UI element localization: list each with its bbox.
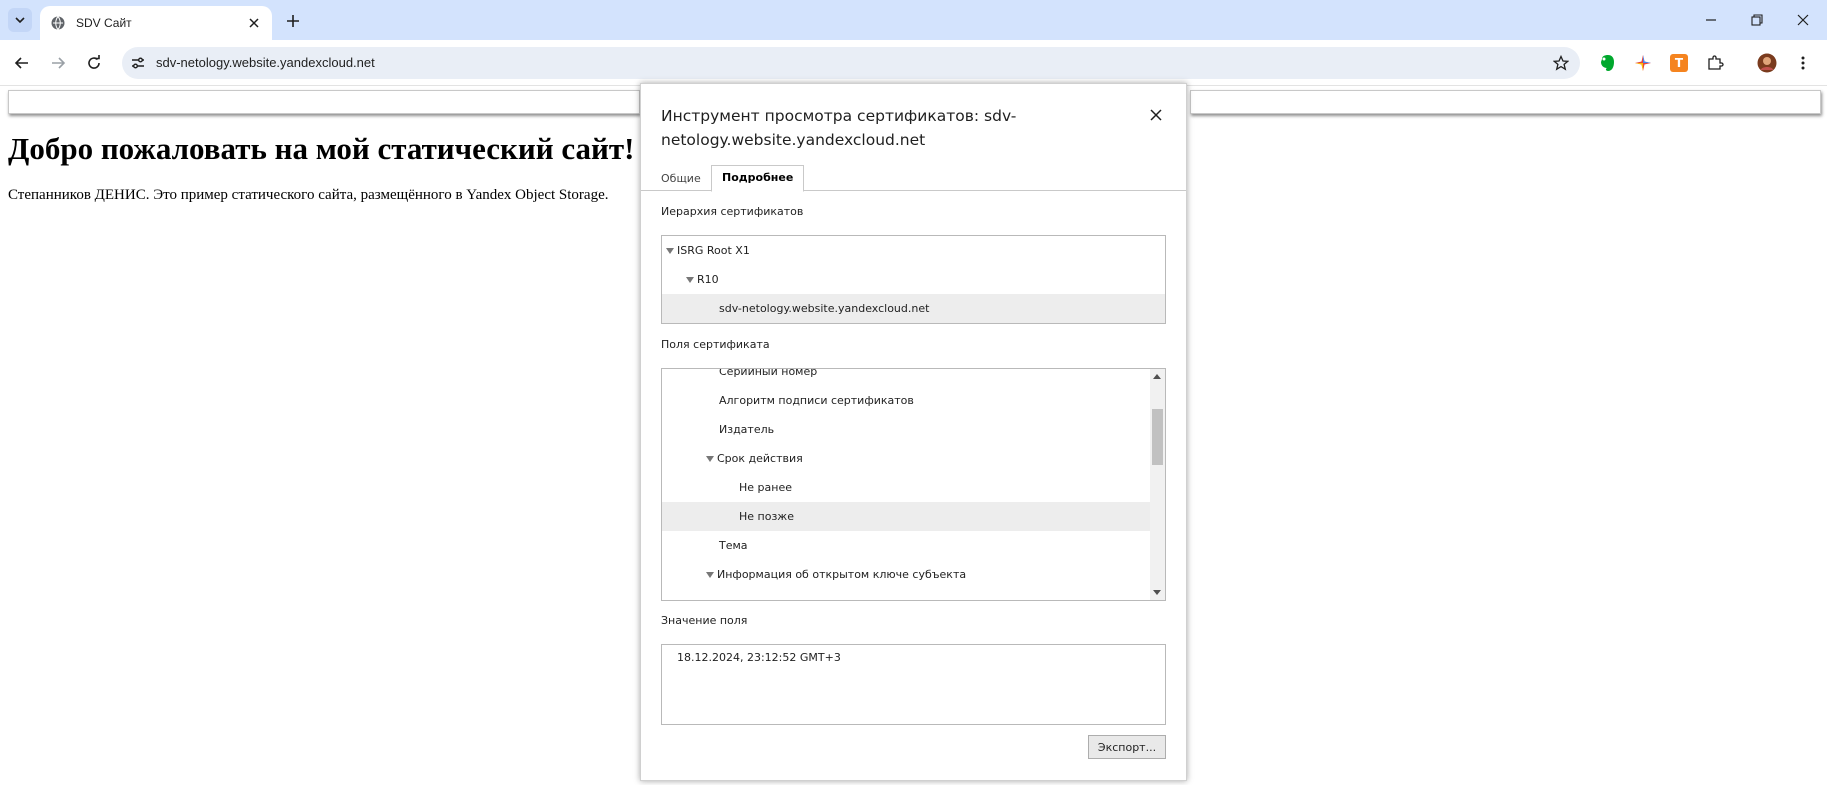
- close-icon: [1150, 109, 1162, 121]
- field-subject[interactable]: Тема: [662, 531, 1150, 560]
- back-button[interactable]: [10, 51, 34, 75]
- field-issuer[interactable]: Издатель: [662, 415, 1150, 444]
- browser-tab[interactable]: SDV Сайт: [40, 6, 272, 40]
- sparkle-extension-icon[interactable]: [1632, 52, 1654, 74]
- tree-item-label: sdv-netology.website.yandexcloud.net: [719, 302, 930, 315]
- field-not-after[interactable]: Не позже: [662, 502, 1150, 531]
- field-label: Не ранее: [739, 481, 792, 494]
- tree-item-isrg-root[interactable]: ISRG Root X1: [662, 236, 1165, 265]
- plus-icon: [287, 15, 299, 27]
- field-label: Не позже: [739, 510, 794, 523]
- restore-icon: [1751, 14, 1763, 26]
- value-label: Значение поля: [661, 614, 748, 627]
- dialog-close-button[interactable]: [1145, 104, 1167, 126]
- reload-button[interactable]: [82, 51, 106, 75]
- scroll-down-arrow-icon[interactable]: [1153, 590, 1161, 595]
- field-label: Срок действия: [717, 452, 803, 465]
- extensions-puzzle-icon[interactable]: [1704, 52, 1726, 74]
- avatar[interactable]: [1756, 52, 1778, 74]
- expand-triangle-icon[interactable]: [706, 455, 714, 462]
- browser-toolbar: sdv-netology.website.yandexcloud.net T: [0, 40, 1827, 86]
- arrow-right-icon: [52, 57, 66, 69]
- browser-menu-button[interactable]: [1792, 52, 1814, 74]
- tab-general[interactable]: Общие: [651, 167, 711, 191]
- minimize-button[interactable]: [1699, 8, 1723, 32]
- field-label: Алгоритм подписи сертификатов: [719, 394, 914, 407]
- reload-icon: [88, 55, 100, 69]
- field-label: Тема: [719, 539, 748, 552]
- expand-triangle-icon[interactable]: [706, 571, 714, 578]
- address-bar[interactable]: sdv-netology.website.yandexcloud.net: [122, 47, 1580, 79]
- evernote-extension-icon[interactable]: [1596, 52, 1618, 74]
- dialog-tabs: Общие Подробнее: [641, 165, 1186, 192]
- page-heading: Добро пожаловать на мой статический сайт…: [8, 131, 635, 166]
- globe-icon: [50, 15, 66, 31]
- tree-item-r10[interactable]: R10: [662, 265, 1165, 294]
- certificate-fields-list[interactable]: Серийный номер Алгоритм подписи сертифик…: [661, 368, 1166, 601]
- kebab-menu-icon: [1801, 56, 1805, 70]
- url-text[interactable]: sdv-netology.website.yandexcloud.net: [156, 55, 375, 70]
- fields-scrollbar[interactable]: [1150, 369, 1165, 600]
- site-info-icon[interactable]: [130, 55, 146, 71]
- page-top-bar-left: [8, 90, 640, 114]
- minimize-icon: [1706, 19, 1716, 21]
- field-signature-algorithm[interactable]: Алгоритм подписи сертификатов: [662, 386, 1150, 415]
- close-window-button[interactable]: [1791, 8, 1815, 32]
- tree-item-site-certificate[interactable]: sdv-netology.website.yandexcloud.net: [662, 294, 1165, 323]
- hierarchy-label: Иерархия сертификатов: [661, 205, 804, 218]
- field-not-before[interactable]: Не ранее: [662, 473, 1150, 502]
- orange-t-extension-icon[interactable]: T: [1668, 52, 1690, 74]
- tree-item-label: ISRG Root X1: [677, 244, 750, 257]
- new-tab-button[interactable]: [282, 10, 304, 32]
- tab-search-button[interactable]: [8, 8, 32, 32]
- extension-badge: T: [1670, 54, 1688, 72]
- scroll-up-arrow-icon[interactable]: [1153, 374, 1161, 379]
- scrollbar-thumb[interactable]: [1152, 409, 1163, 465]
- tree-item-label: R10: [697, 273, 719, 286]
- field-label: Серийный номер: [719, 368, 818, 378]
- certificate-viewer-dialog: Инструмент просмотра сертификатов: sdv-n…: [640, 83, 1187, 781]
- expand-triangle-icon[interactable]: [666, 247, 674, 254]
- field-serial-number[interactable]: Серийный номер: [662, 368, 1150, 386]
- arrow-left-icon: [14, 57, 28, 69]
- dialog-title: Инструмент просмотра сертификатов: sdv-n…: [661, 107, 1017, 149]
- close-icon: [1797, 14, 1809, 26]
- expand-triangle-icon[interactable]: [686, 276, 694, 283]
- close-tab-icon[interactable]: [246, 15, 262, 31]
- tab-details[interactable]: Подробнее: [711, 165, 805, 192]
- export-button[interactable]: Экспорт...: [1088, 735, 1166, 759]
- forward-button[interactable]: [46, 51, 70, 75]
- field-label: Информация об открытом ключе субъекта: [717, 568, 967, 581]
- fields-label: Поля сертификата: [661, 338, 770, 351]
- page-paragraph: Степанников ДЕНИС. Это пример статическо…: [8, 187, 609, 203]
- tab-strip: SDV Сайт: [0, 0, 1827, 40]
- field-value-box[interactable]: 18.12.2024, 23:12:52 GMT+3: [661, 644, 1166, 725]
- tab-title: SDV Сайт: [76, 16, 132, 30]
- certificate-hierarchy-tree[interactable]: ISRG Root X1 R10 sdv-netology.website.ya…: [661, 235, 1166, 324]
- field-subject-public-key-info[interactable]: Информация об открытом ключе субъекта: [662, 560, 1150, 589]
- chevron-down-icon: [15, 17, 25, 24]
- field-value-text[interactable]: 18.12.2024, 23:12:52 GMT+3: [677, 651, 841, 664]
- field-label: Издатель: [719, 423, 775, 436]
- restore-button[interactable]: [1745, 8, 1769, 32]
- page-top-bar-right: [1190, 90, 1821, 114]
- field-validity[interactable]: Срок действия: [662, 444, 1150, 473]
- bookmark-star-icon[interactable]: [1552, 54, 1570, 72]
